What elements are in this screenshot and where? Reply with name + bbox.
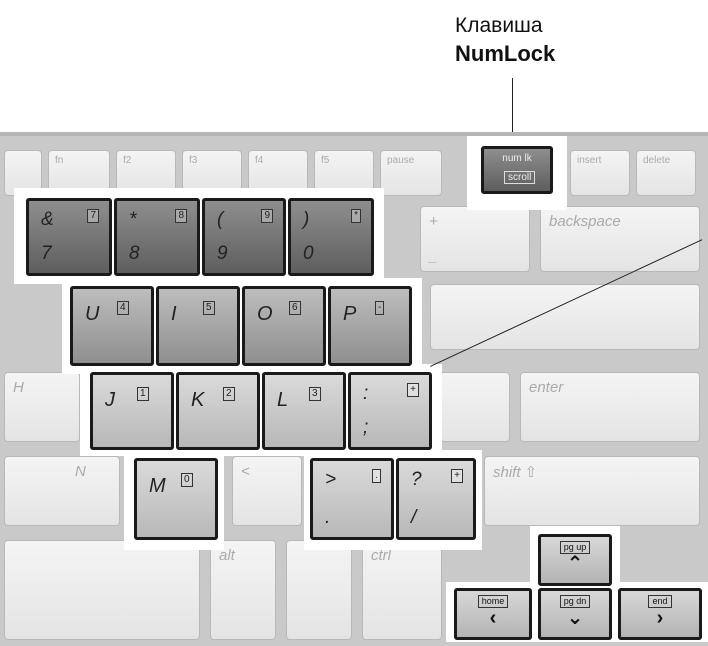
key-label: I — [171, 303, 177, 325]
key-period[interactable]: >.. — [310, 458, 394, 540]
key-label: H — [13, 379, 24, 396]
key-slash[interactable]: ? / + — [396, 458, 476, 540]
arrow-down-icon: ⌄ — [566, 607, 584, 629]
numpad-label: 8 — [175, 209, 187, 223]
arrow-left-key[interactable]: home ‹ — [454, 588, 532, 640]
key-label: . — [325, 507, 331, 528]
alt-key[interactable]: alt — [210, 540, 276, 640]
key-label: / — [411, 507, 417, 528]
key-semicolon[interactable]: :; + — [348, 372, 432, 450]
key-p[interactable]: P- — [328, 286, 412, 366]
key-label: J — [105, 389, 115, 411]
key-label: ) — [303, 209, 310, 230]
arrow-up-key[interactable]: pg up ⌃ — [538, 534, 612, 586]
function-key[interactable]: pause — [380, 150, 442, 196]
key-9[interactable]: (9 9 — [202, 198, 286, 276]
numpad-label: 5 — [203, 301, 215, 315]
arrow-right-key[interactable]: end › — [618, 588, 702, 640]
numpad-label: 3 — [309, 387, 321, 401]
function-key[interactable]: delete — [636, 150, 696, 196]
key-label: < — [241, 463, 250, 480]
key-8[interactable]: * 8 8 — [114, 198, 200, 276]
numpad-label: - — [375, 301, 385, 315]
key-o[interactable]: O6 — [242, 286, 326, 366]
key-label: L — [277, 389, 289, 411]
fkey-label: delete — [643, 155, 671, 166]
numpad-label: 7 — [87, 209, 99, 223]
caption-line1: Клавиша — [455, 14, 543, 37]
key-label: & — [41, 209, 54, 230]
function-key[interactable]: insert — [570, 150, 630, 196]
fkey-label: f4 — [255, 155, 264, 166]
key-label: N — [75, 463, 86, 480]
arrow-up-icon: ⌃ — [566, 553, 584, 575]
enter-key[interactable]: enter — [520, 372, 700, 442]
numpad-label: 6 — [289, 301, 301, 315]
numpad-label: * — [351, 209, 361, 223]
key-label: M — [149, 475, 166, 497]
shift-key[interactable]: shift ⇧ — [484, 456, 700, 526]
numlock-key[interactable]: num lk scroll — [481, 146, 553, 194]
key-0[interactable]: ) 0 * — [288, 198, 374, 276]
bracket-keys[interactable] — [430, 284, 700, 350]
key-minus[interactable]: + _ — [420, 206, 530, 272]
numpad-label: 9 — [261, 209, 273, 223]
key-label: > — [325, 469, 337, 490]
h-key[interactable]: H — [4, 372, 80, 442]
menu-key[interactable] — [286, 540, 352, 640]
numpad-label: . — [372, 469, 381, 483]
n-key[interactable]: N — [4, 456, 120, 526]
quote-key[interactable] — [440, 372, 510, 442]
numlock-key-bottom-label: scroll — [504, 171, 536, 184]
key-j[interactable]: J1 — [90, 372, 174, 450]
key-label: P — [343, 303, 357, 325]
key-label: U — [85, 303, 100, 325]
key-label: : — [363, 383, 369, 404]
key-label: backspace — [549, 213, 621, 230]
fkey-label: f3 — [189, 155, 198, 166]
fkey-label: f5 — [321, 155, 330, 166]
key-label: O — [257, 303, 273, 325]
numpad-label: + — [407, 383, 419, 397]
fkey-label: pause — [387, 155, 415, 166]
key-7[interactable]: & 7 7 — [26, 198, 112, 276]
fkey-label: insert — [577, 155, 602, 166]
key-label: 7 — [41, 243, 52, 264]
numpad-label: 0 — [181, 473, 193, 487]
key-label: enter — [529, 379, 564, 396]
key-u[interactable]: U4 — [70, 286, 154, 366]
numlock-key-top-label: num lk — [502, 153, 532, 164]
key-label: + — [429, 213, 438, 230]
key-l[interactable]: L3 — [262, 372, 346, 450]
backspace-key[interactable]: backspace — [540, 206, 700, 272]
numpad-label: 4 — [117, 301, 129, 315]
key-label: ( — [217, 209, 224, 230]
key-label: * — [129, 209, 137, 230]
arrow-down-key[interactable]: pg dn ⌄ — [538, 588, 612, 640]
key-k[interactable]: K2 — [176, 372, 260, 450]
key-label: 9 — [217, 243, 228, 264]
key-label: ; — [363, 417, 369, 438]
key-label: shift ⇧ — [493, 464, 538, 481]
caption-line2: NumLock — [455, 41, 556, 66]
key-m[interactable]: M0 — [134, 458, 218, 540]
key-label: _ — [429, 248, 438, 265]
arrow-left-icon: ‹ — [489, 607, 497, 629]
numpad-label: 1 — [137, 387, 149, 401]
key-i[interactable]: I5 — [156, 286, 240, 366]
space-bar[interactable] — [4, 540, 200, 640]
numpad-label: 2 — [223, 387, 235, 401]
key-label: ? — [411, 469, 422, 490]
ctrl-key[interactable]: ctrl — [362, 540, 442, 640]
key-label: 0 — [303, 243, 314, 264]
key-label: 8 — [129, 243, 140, 264]
arrow-right-icon: › — [656, 607, 664, 629]
comma-key[interactable]: < — [232, 456, 302, 526]
numlock-caption: Клавиша NumLock — [455, 12, 655, 68]
key-label: K — [191, 389, 205, 411]
fkey-label: f2 — [123, 155, 132, 166]
numpad-label: + — [451, 469, 463, 483]
fkey-label: fn — [55, 155, 64, 166]
